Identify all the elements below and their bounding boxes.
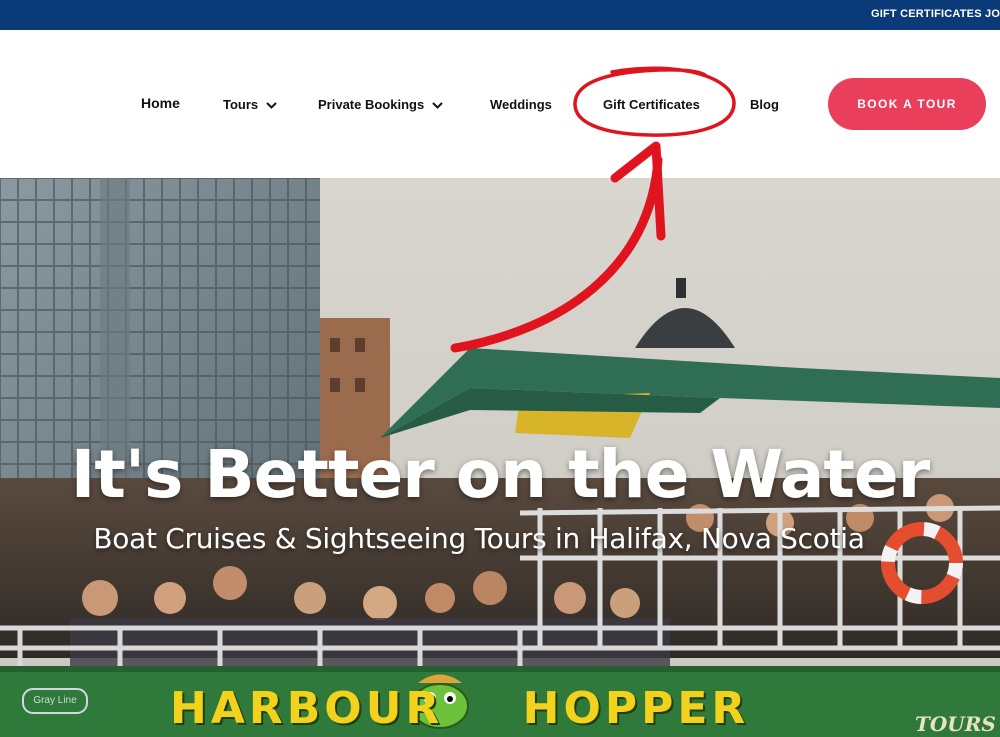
top-utility-bar: GIFT CERTIFICATES JOI (0, 0, 1000, 30)
main-header: Home Tours Private Bookings Weddings Gif… (0, 30, 1000, 178)
nav-private-bookings-label: Private Bookings (318, 97, 425, 112)
hero-title: It's Better on the Water (70, 436, 930, 513)
nav-gift-certificates[interactable]: Gift Certificates (603, 97, 700, 112)
nav-home[interactable]: Home (141, 95, 180, 111)
nav-tours-label: Tours (223, 97, 259, 112)
nav-weddings[interactable]: Weddings (490, 97, 552, 112)
hero-subtitle: Boat Cruises & Sightseeing Tours in Hali… (93, 522, 865, 555)
boat-name: HARBOUR HOPPER (170, 683, 750, 734)
boat-side-label: TOURS (915, 712, 996, 736)
chevron-down-icon (266, 102, 277, 109)
chevron-down-icon (432, 102, 443, 109)
gray-line-badge: Gray Line (22, 688, 88, 714)
topbar-join-link[interactable]: JOI (985, 8, 1000, 20)
nav-blog[interactable]: Blog (750, 97, 779, 112)
hero-section: Gray Line HARBOUR HOPPER TOURS It's Bett… (0, 178, 1000, 737)
topbar-gift-certificates-link[interactable]: GIFT CERTIFICATES (871, 8, 982, 20)
nav-private-bookings[interactable]: Private Bookings (318, 97, 443, 112)
nav-tours[interactable]: Tours (223, 97, 277, 112)
book-a-tour-button[interactable]: BOOK A TOUR (828, 78, 986, 130)
